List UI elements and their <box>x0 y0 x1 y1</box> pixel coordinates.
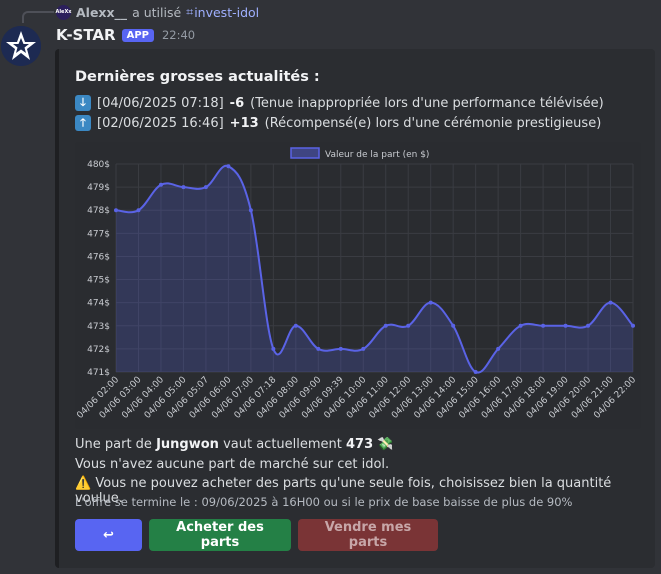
data-point <box>608 300 613 305</box>
y-tick-label: 478$ <box>87 206 110 216</box>
star-logo-icon <box>1 26 41 66</box>
message-header: K-STAR APP 22:40 <box>56 26 195 44</box>
series-area <box>116 165 633 373</box>
user-mini-avatar: AleXx <box>55 4 72 20</box>
y-tick-label: 476$ <box>87 252 110 262</box>
data-point <box>158 182 163 187</box>
data-point <box>248 208 253 213</box>
info-middle: vaut actuellement <box>223 437 342 452</box>
arrow-up-icon: 🡑 <box>75 115 91 131</box>
data-point <box>563 323 568 328</box>
message-embed: Dernières grosses actualités : 🡓 [04/06/… <box>55 49 655 568</box>
news-reason: (Tenue inappropriée lors d'une performan… <box>250 95 604 111</box>
data-point <box>338 346 343 351</box>
legend-swatch <box>290 147 320 159</box>
data-point <box>428 300 433 305</box>
offer-end-note: L'offre se termine le : 09/06/2025 à 16H… <box>75 495 573 509</box>
data-point <box>114 208 118 213</box>
news-item: 🡑 [02/06/2025 16:46] +13 (Récompensé(e) … <box>75 114 601 132</box>
embed-title: Dernières grosses actualités : <box>75 69 320 85</box>
warning-icon: ⚠️ <box>75 476 92 491</box>
y-tick-label: 475$ <box>87 276 110 286</box>
info-prefix: Une part de <box>75 437 152 452</box>
data-point <box>316 346 321 351</box>
news-date: [04/06/2025 07:18] <box>97 95 224 111</box>
data-point <box>406 323 411 328</box>
data-point <box>541 323 546 328</box>
data-point <box>496 346 501 351</box>
arrow-down-icon: 🡓 <box>75 95 91 111</box>
news-item: 🡓 [04/06/2025 07:18] -6 (Tenue inappropr… <box>75 94 604 112</box>
y-tick-label: 471$ <box>87 368 110 378</box>
y-tick-label: 473$ <box>87 322 110 332</box>
y-tick-label: 474$ <box>87 299 110 309</box>
idol-name: Jungwon <box>156 437 219 452</box>
data-point <box>226 164 231 169</box>
news-change: -6 <box>229 95 245 111</box>
data-point <box>293 323 298 328</box>
no-share-text: Vous n'avez aucune part de marché sur ce… <box>75 457 390 472</box>
app-badge: APP <box>121 28 154 42</box>
slash-command-icon: ⌗ <box>186 4 194 19</box>
refresh-icon: ↩ <box>103 527 114 543</box>
y-tick-label: 480$ <box>87 160 110 170</box>
reply-action: a utilisé <box>132 4 182 20</box>
reply-username[interactable]: Alexx__ <box>76 5 127 20</box>
bot-name[interactable]: K-STAR <box>56 26 116 44</box>
y-tick-label: 479$ <box>87 183 110 193</box>
reply-connector <box>22 11 54 23</box>
y-tick-label: 477$ <box>87 229 110 239</box>
sell-shares-button[interactable]: Vendre mes parts <box>298 519 438 551</box>
data-point <box>586 323 591 328</box>
refresh-button[interactable]: ↩ <box>75 519 142 551</box>
money-icon: 💸 <box>377 437 394 452</box>
current-value: 473 <box>346 437 374 452</box>
data-point <box>271 346 276 351</box>
reply-reference[interactable]: AleXx Alexx__ a utilisé ⌗ invest-idol <box>55 4 259 20</box>
share-value-line: Une part de Jungwon vaut actuellement 47… <box>75 437 393 452</box>
y-tick-label: 472$ <box>87 345 110 355</box>
data-point <box>631 323 635 328</box>
data-point <box>136 208 141 213</box>
data-point <box>361 346 366 351</box>
data-point <box>383 323 388 328</box>
news-reason: (Récompensé(e) lors d'une cérémonie pres… <box>264 115 602 131</box>
data-point <box>181 185 186 190</box>
buy-shares-button[interactable]: Acheter des parts <box>149 519 291 551</box>
reply-command[interactable]: invest-idol <box>194 5 259 20</box>
data-point <box>203 185 208 190</box>
news-change: +13 <box>229 115 259 131</box>
price-chart-svg: 471$ 472$ 473$ 474$ 475$ 476$ 477$ 478$ 479$ 480$… <box>75 147 638 421</box>
data-point <box>473 370 478 374</box>
news-date: [02/06/2025 16:46] <box>97 115 224 131</box>
message-timestamp: 22:40 <box>161 28 196 42</box>
legend-label: Valeur de la part (en $) <box>325 150 429 160</box>
price-chart: 471$ 472$ 473$ 474$ 475$ 476$ 477$ 478$ 479$ 480$… <box>75 142 641 429</box>
bot-avatar[interactable] <box>1 26 41 66</box>
data-point <box>451 323 456 328</box>
data-point <box>518 323 523 328</box>
